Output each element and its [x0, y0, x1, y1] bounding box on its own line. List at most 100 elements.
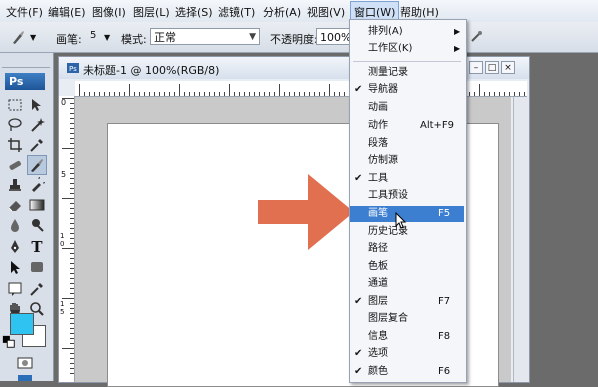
menu-analysis[interactable]: 分析(A): [263, 4, 301, 20]
ruler-tick: [254, 92, 255, 96]
menu-layer[interactable]: 图层(L): [133, 4, 170, 20]
type-tool-icon[interactable]: T: [27, 237, 47, 257]
ruler-tick: [229, 84, 230, 96]
marquee-tool-icon[interactable]: [5, 95, 25, 115]
menu-item-arrange[interactable]: 排列(A) ▶: [350, 24, 464, 40]
ruler-tick: [70, 188, 74, 189]
menu-help[interactable]: 帮助(H): [400, 4, 439, 20]
checkmark-icon: ✔: [354, 84, 363, 95]
healing-brush-tool-icon[interactable]: [5, 155, 25, 175]
brush-size[interactable]: 5: [90, 30, 96, 41]
menu-item-label: 段落: [368, 138, 388, 149]
menu-item-tools[interactable]: ✔ 工具: [350, 171, 464, 187]
pen-tool-icon[interactable]: [5, 237, 25, 257]
eraser-tool-icon[interactable]: [5, 195, 25, 215]
ruler-tick: [304, 92, 305, 96]
gradient-tool-icon[interactable]: [27, 195, 47, 215]
ruler-tick: [70, 328, 74, 329]
menu-item-history[interactable]: 历史记录: [350, 224, 464, 240]
ruler-tick: [514, 92, 515, 96]
menu-item-swatches[interactable]: 色板: [350, 259, 464, 275]
brush-dropdown-icon[interactable]: ▼: [104, 33, 110, 42]
ruler-tick: [489, 92, 490, 96]
menu-item-workspace[interactable]: 工作区(K) ▶: [350, 41, 464, 57]
menu-item-paragraph[interactable]: 段落: [350, 136, 464, 152]
ruler-tick: [334, 92, 335, 96]
opacity-field[interactable]: 100%: [316, 28, 352, 45]
menu-file[interactable]: 文件(F): [6, 4, 43, 20]
magic-wand-tool-icon[interactable]: [27, 115, 47, 135]
ruler-tick: [94, 92, 95, 96]
menu-item-navigator[interactable]: ✔ 导航器: [350, 82, 464, 98]
ruler-tick: [70, 138, 74, 139]
menu-item-layer-comps[interactable]: 图层复合: [350, 311, 464, 327]
menu-image[interactable]: 图像(I): [92, 4, 126, 20]
dodge-tool-icon[interactable]: [27, 215, 47, 235]
path-selection-tool-icon[interactable]: [5, 257, 25, 277]
airbrush-icon[interactable]: [466, 27, 486, 47]
vertical-ruler[interactable]: 0 5 1 0 1 5: [59, 96, 75, 382]
crop-tool-icon[interactable]: [5, 135, 25, 155]
menu-item-animation[interactable]: 动画: [350, 100, 464, 116]
screen-mode-icon[interactable]: [15, 375, 35, 381]
menu-filter[interactable]: 滤镜(T): [218, 4, 255, 20]
move-tool-icon[interactable]: [27, 95, 47, 115]
menu-item-measurement-log[interactable]: 测量记录: [350, 65, 464, 81]
brush-tool-icon[interactable]: [27, 155, 47, 175]
ruler-tick: [149, 92, 150, 96]
ruler-tick: [289, 92, 290, 96]
default-colors-icon[interactable]: [2, 335, 16, 349]
shape-tool-icon[interactable]: [27, 257, 47, 277]
eyedropper-icon[interactable]: [27, 279, 47, 299]
mode-select[interactable]: 正常 ▼: [150, 28, 260, 45]
lasso-tool-icon[interactable]: [5, 115, 25, 135]
menu-item-clone-source[interactable]: 仿制源: [350, 153, 464, 169]
ruler-tick: [179, 84, 180, 96]
ruler-tick: [189, 92, 190, 96]
ruler-tick: [154, 92, 155, 96]
checkmark-icon: ✔: [354, 348, 363, 359]
mode-value: 正常: [154, 31, 176, 44]
ruler-tick: [70, 273, 74, 274]
vertical-scrollbar[interactable]: [513, 97, 529, 382]
ruler-tick: [114, 92, 115, 96]
ruler-tick: [329, 84, 330, 96]
menu-edit[interactable]: 编辑(E): [48, 4, 86, 20]
maximize-button[interactable]: □: [485, 61, 499, 74]
close-button[interactable]: ×: [501, 61, 515, 74]
foreground-color-swatch[interactable]: [10, 313, 34, 335]
ruler-tick: [70, 343, 74, 344]
menu-select[interactable]: 选择(S): [175, 4, 213, 20]
notes-tool-icon[interactable]: [5, 279, 25, 299]
menu-item-label: 色板: [368, 261, 388, 272]
menu-item-channels[interactable]: 通道: [350, 276, 464, 292]
menu-item-brushes[interactable]: 画笔 F5: [350, 206, 464, 222]
blur-tool-icon[interactable]: [5, 215, 25, 235]
menu-view[interactable]: 视图(V): [307, 4, 345, 20]
menu-item-options[interactable]: ✔ 选项: [350, 346, 464, 362]
tools-panel-grip[interactable]: [2, 57, 50, 68]
minimize-button[interactable]: –: [469, 61, 483, 74]
menu-item-paths[interactable]: 路径: [350, 241, 464, 257]
eyedropper-tool-icon[interactable]: [27, 135, 47, 155]
menu-item-label: 图层复合: [368, 313, 408, 324]
menu-item-label: 颜色: [368, 366, 388, 377]
ruler-tick: [264, 92, 265, 96]
brush-preset-icon[interactable]: [8, 27, 28, 47]
history-brush-tool-icon[interactable]: [27, 175, 47, 195]
menu-item-actions[interactable]: 动作 Alt+F9: [350, 118, 464, 134]
annotation-arrow-icon: [258, 174, 354, 250]
ruler-tick: [139, 92, 140, 96]
ruler-tick: [70, 318, 74, 319]
menu-item-color[interactable]: ✔ 颜色 F6: [350, 364, 464, 380]
ruler-tick: [144, 92, 145, 96]
chevron-down-icon[interactable]: ▼: [30, 33, 36, 42]
menu-item-label: 信息: [368, 331, 388, 342]
ruler-tick: [339, 92, 340, 96]
menu-item-tool-presets[interactable]: 工具预设: [350, 188, 464, 204]
ruler-tick: [279, 84, 280, 96]
clone-stamp-tool-icon[interactable]: [5, 175, 25, 195]
menu-item-info[interactable]: 信息 F8: [350, 329, 464, 345]
menu-item-label: 工作区(K): [368, 43, 413, 54]
menu-item-layers[interactable]: ✔ 图层 F7: [350, 294, 464, 310]
